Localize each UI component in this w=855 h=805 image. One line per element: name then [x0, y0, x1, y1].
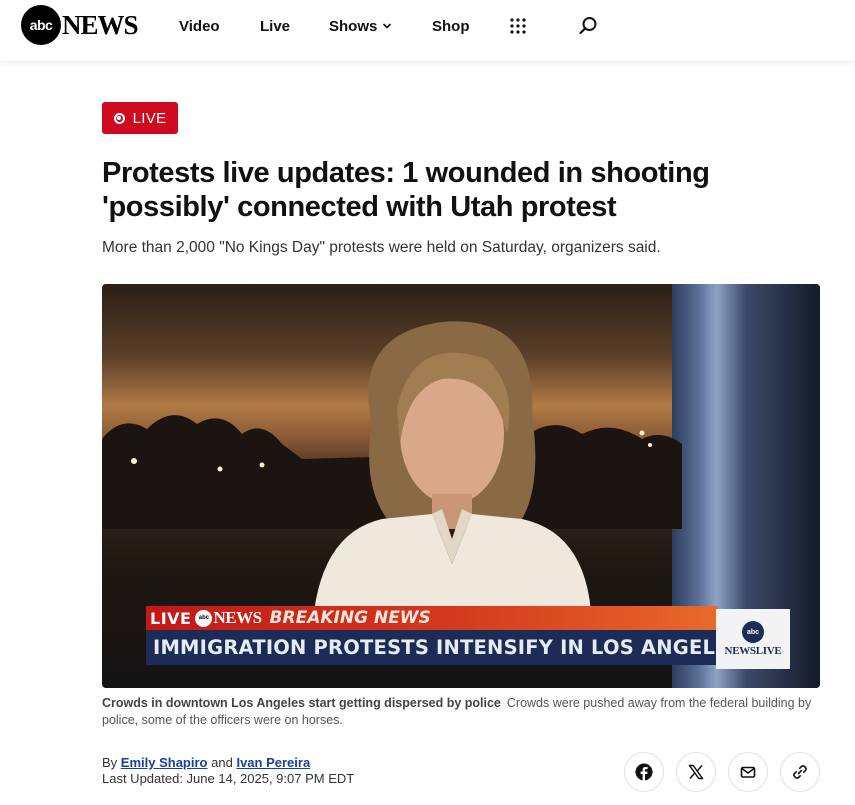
ticker-headline-bar: IMMIGRATION PROTESTS INTENSIFY IN LOS AN… [146, 630, 743, 665]
share-facebook-button[interactable] [624, 752, 664, 792]
nav-shows[interactable]: Shows [329, 18, 392, 35]
byline-and: and [211, 755, 233, 770]
link-icon [793, 765, 807, 779]
grid-icon[interactable] [509, 17, 527, 35]
video-player[interactable]: LIVE abc NEWS BREAKING NEWS IMMIGRATION … [102, 284, 820, 688]
ticker-logo-text: NEWS [213, 608, 262, 627]
site-header: abc NEWS Video Live Shows Shop [0, 0, 855, 62]
byline-prefix: By [102, 755, 118, 770]
share-x-button[interactable] [676, 752, 716, 792]
author-link-2[interactable]: Ivan Pereira [236, 755, 310, 770]
live-dot-icon [113, 112, 125, 124]
ticker-top-bar: LIVE abc NEWS BREAKING NEWS [146, 606, 718, 630]
ticker-headline: IMMIGRATION PROTESTS INTENSIFY IN LOS AN… [153, 636, 743, 659]
nav-live[interactable]: Live [260, 18, 290, 35]
video-caption: Crowds in downtown Los Angeles start get… [102, 695, 822, 729]
nav-shop[interactable]: Shop [432, 18, 470, 35]
copy-link-button[interactable] [780, 752, 820, 792]
facebook-icon [635, 763, 653, 781]
ticker-logo-mark: abc [195, 609, 213, 627]
page-title: Protests live updates: 1 wounded in shoo… [102, 157, 710, 223]
nav-shows-label: Shows [329, 17, 378, 35]
author-link-1[interactable]: Emily Shapiro [121, 755, 208, 770]
ticker-abc-news-logo: abc NEWS [195, 608, 262, 628]
abc-logo-mark: abc [21, 5, 61, 45]
x-icon [688, 764, 704, 780]
ticker-live-label: LIVE [150, 608, 192, 628]
live-badge-label: LIVE [132, 109, 167, 127]
news-anchor [312, 321, 592, 634]
article-subhead: More than 2,000 "No Kings Day" protests … [102, 239, 661, 256]
chevron-down-icon [383, 23, 392, 29]
nav-video[interactable]: Video [179, 18, 220, 35]
news-logo-text: NEWS [62, 10, 139, 40]
share-email-button[interactable] [728, 752, 768, 792]
last-updated: Last Updated: June 14, 2025, 9:07 PM EDT [102, 771, 355, 786]
caption-title: Crowds in downtown Los Angeles start get… [102, 696, 501, 710]
abc-news-logo[interactable]: abc NEWS [21, 5, 139, 45]
live-badge: LIVE [102, 102, 178, 134]
byline: By Emily Shapiro and Ivan Pereira [102, 754, 310, 772]
newslive-logo: abc NEWSLIVE [716, 609, 790, 669]
newslive-logo-text: NEWSLIVE [724, 645, 782, 657]
newslive-logo-mark: abc [742, 621, 764, 643]
mail-icon [740, 766, 756, 778]
ticker-breaking-news: BREAKING NEWS [269, 608, 431, 628]
search-icon[interactable] [578, 16, 598, 36]
